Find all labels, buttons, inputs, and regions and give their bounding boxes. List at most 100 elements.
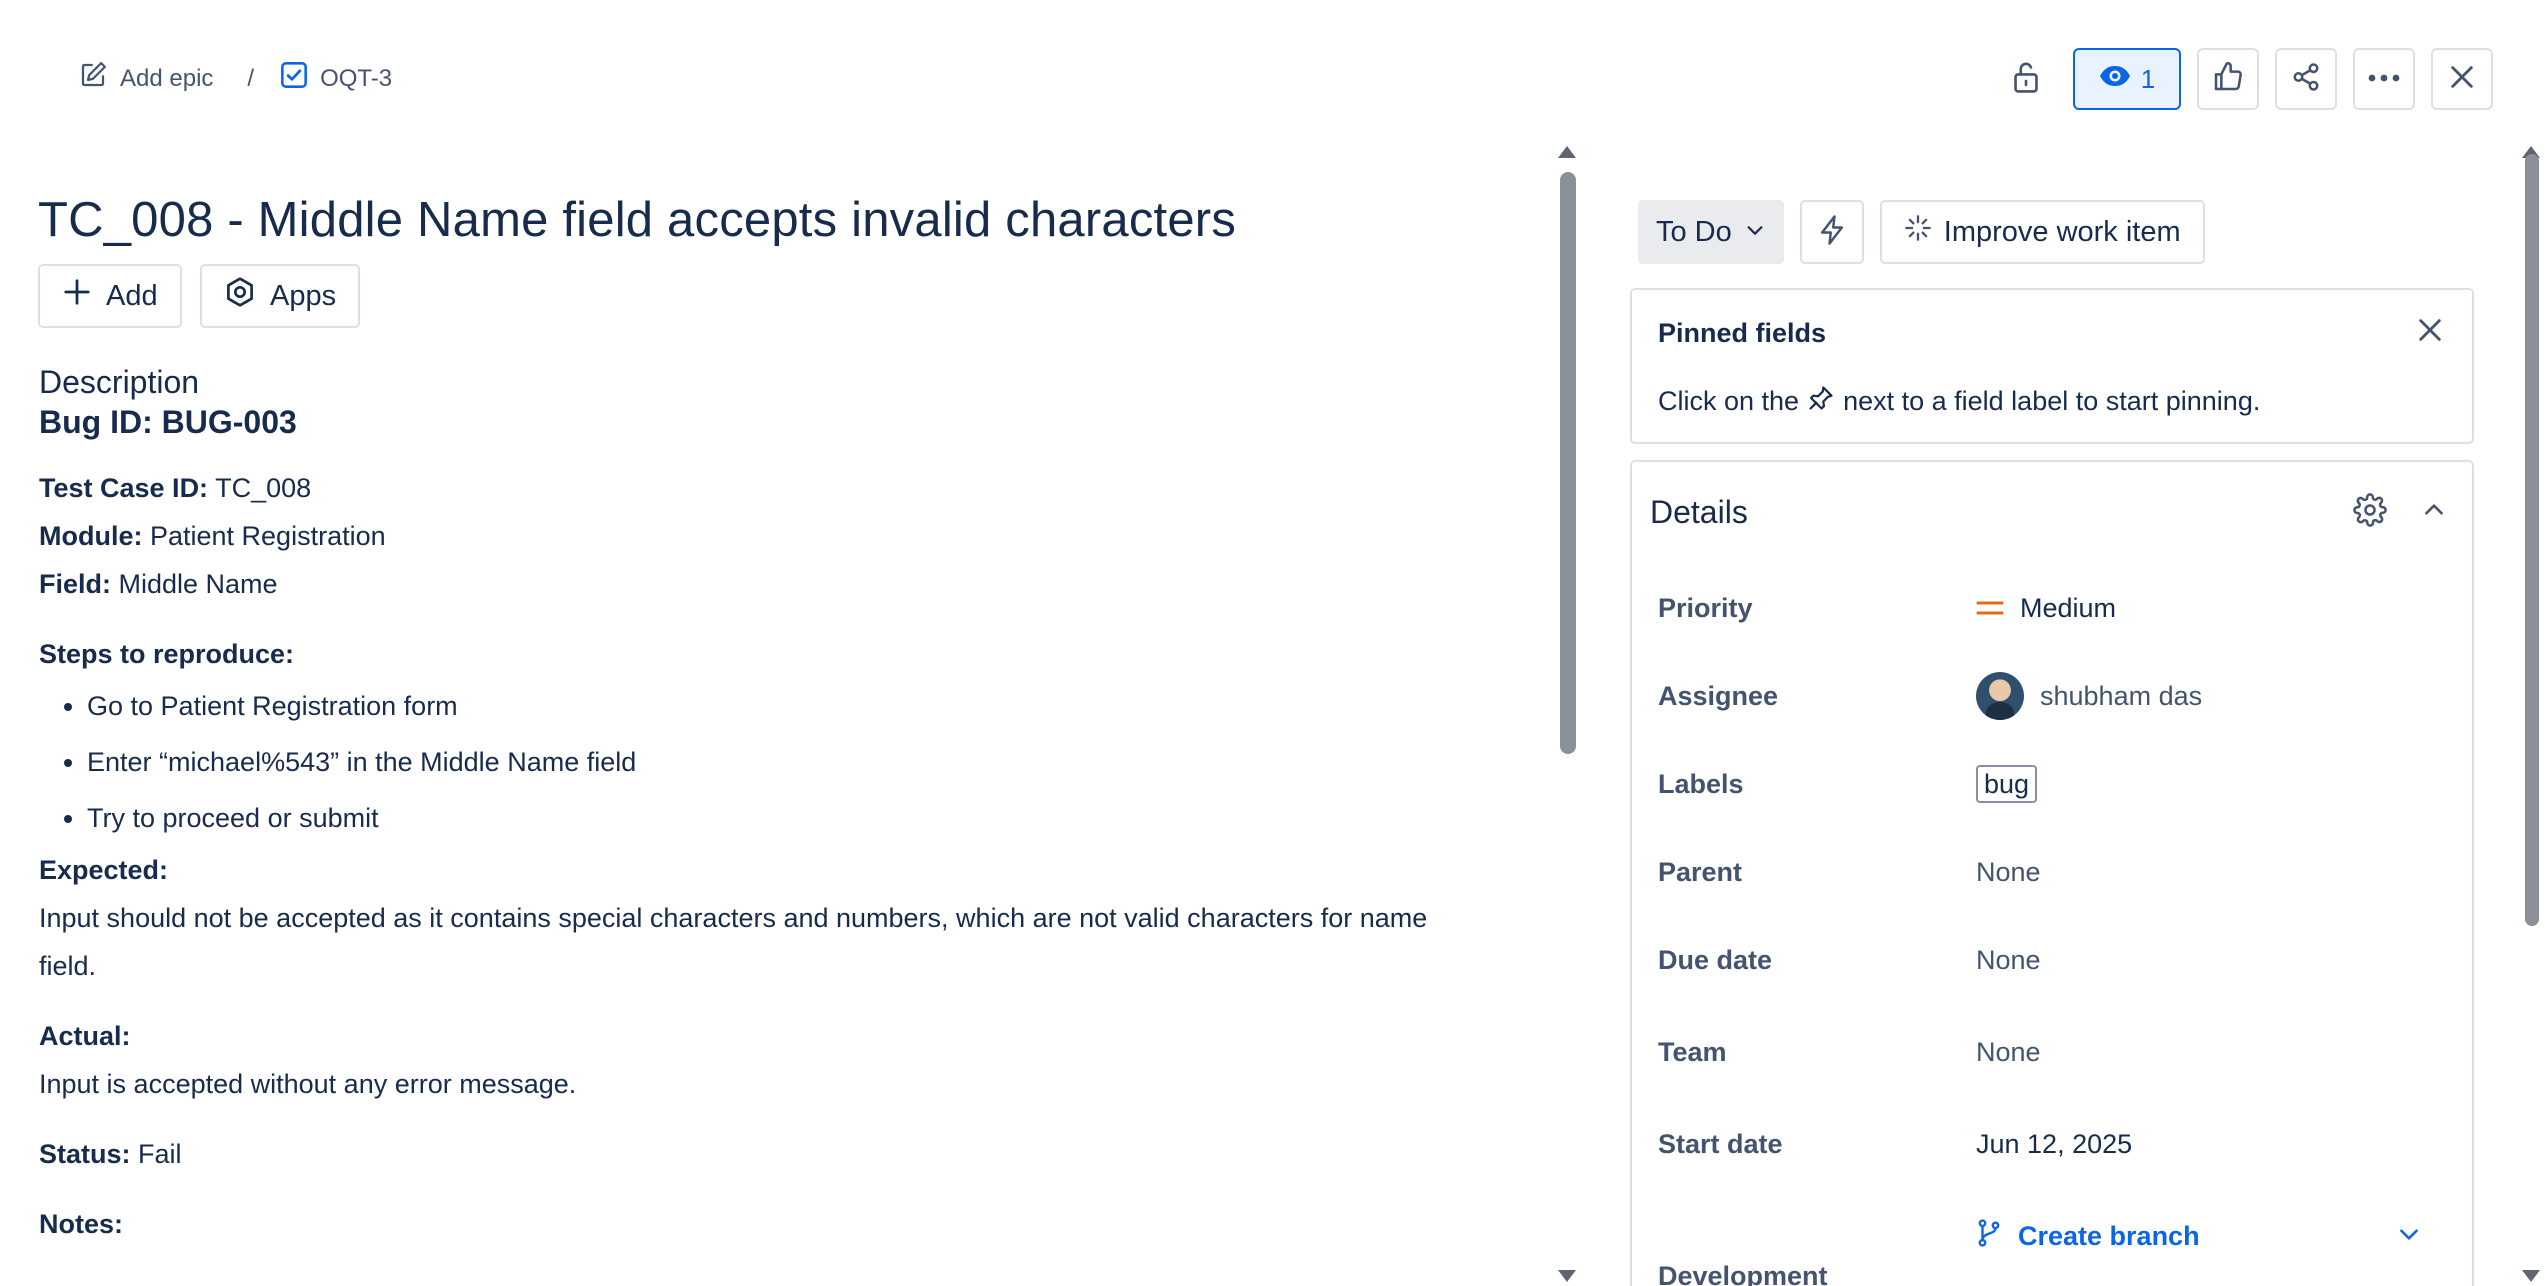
field-team: Team None — [1658, 1022, 2448, 1082]
due-date-value[interactable]: None — [1976, 945, 2041, 976]
plus-icon — [62, 277, 92, 315]
test-case-value: TC_008 — [208, 473, 312, 503]
sidebar-scrollbar[interactable] — [2522, 142, 2542, 1286]
close-button[interactable] — [2431, 48, 2493, 110]
breadcrumb: Add epic / OQT-3 — [78, 60, 392, 97]
field-line: Field: Middle Name — [39, 560, 1479, 608]
improve-label: Improve work item — [1943, 215, 2181, 248]
priority-medium-icon — [1976, 593, 2004, 624]
watch-count: 1 — [2140, 63, 2156, 94]
steps-label: Steps to reproduce: — [39, 639, 295, 669]
scroll-down-arrow[interactable] — [1558, 1270, 1576, 1282]
team-value[interactable]: None — [1976, 1037, 2041, 1068]
add-epic-label: Add epic — [120, 64, 214, 92]
details-title[interactable]: Details — [1650, 494, 1748, 531]
more-actions-button[interactable] — [2353, 48, 2415, 110]
start-date-value[interactable]: Jun 12, 2025 — [1976, 1129, 2132, 1160]
field-start-date: Start date Jun 12, 2025 — [1658, 1114, 2448, 1174]
parent-value[interactable]: None — [1976, 857, 2041, 888]
module-line: Module: Patient Registration — [39, 512, 1479, 560]
field-priority: Priority Medium — [1658, 578, 2448, 638]
scroll-down-arrow[interactable] — [2522, 1270, 2540, 1282]
pinned-close-button[interactable] — [2410, 312, 2450, 352]
edit-icon — [78, 60, 108, 97]
labels-value[interactable]: bug — [1976, 765, 2038, 803]
field-value: Middle Name — [111, 569, 278, 599]
priority-value[interactable]: Medium — [1976, 593, 2116, 624]
watch-button[interactable]: 1 — [2073, 48, 2181, 110]
vote-button[interactable] — [2197, 48, 2259, 110]
details-collapse-button[interactable] — [2414, 492, 2454, 532]
more-icon — [2367, 70, 2401, 88]
notes-label: Notes: — [39, 1209, 124, 1239]
eye-icon — [2099, 64, 2131, 95]
description[interactable]: Description Bug ID: BUG-003 Test Case ID… — [39, 362, 1479, 1248]
list-item: Enter “michael%543” in the Middle Name f… — [87, 734, 1479, 790]
pinned-fields-panel: Pinned fields Click on the next to a fie… — [1630, 288, 2474, 444]
assignee-value[interactable]: shubham das — [1976, 672, 2202, 720]
field-assignee: Assignee shubham das — [1658, 666, 2448, 726]
field-label-parent: Parent — [1658, 856, 1743, 887]
close-icon — [2416, 316, 2444, 349]
field-label-team: Team — [1658, 1036, 1727, 1067]
field-label-labels: Labels — [1658, 768, 1744, 799]
task-checkbox-icon — [280, 61, 308, 96]
scroll-thumb[interactable] — [2525, 154, 2539, 926]
field-development: Development — [1658, 1246, 2448, 1286]
field-label-development: Development — [1658, 1260, 1828, 1286]
label-chip[interactable]: bug — [1976, 765, 2038, 803]
work-item-view: Add epic / OQT-3 1 TC_008 - Middle Name … — [0, 0, 2545, 1286]
chevron-up-icon — [2421, 497, 2447, 528]
restrictions-button[interactable] — [1995, 48, 2057, 110]
close-icon — [2448, 63, 2476, 96]
add-button[interactable]: Add — [38, 264, 182, 328]
sparkle-icon — [1904, 214, 1932, 250]
share-button[interactable] — [2275, 48, 2337, 110]
avatar — [1976, 672, 2024, 720]
assignee-name: shubham das — [2040, 680, 2203, 711]
improve-work-item-button[interactable]: Improve work item — [1879, 200, 2205, 264]
scroll-thumb[interactable] — [1560, 172, 1576, 754]
bug-id: Bug ID: BUG-003 — [39, 404, 297, 440]
apps-button-label: Apps — [270, 279, 337, 312]
automation-button[interactable] — [1799, 200, 1864, 264]
field-label: Field: — [39, 569, 111, 599]
gear-icon — [2353, 492, 2387, 532]
details-panel: Details Priority Medium Assignee shubham… — [1630, 460, 2474, 1286]
main-content: TC_008 - Middle Name field accepts inval… — [0, 140, 1540, 1286]
module-value: Patient Registration — [142, 521, 386, 551]
details-settings-button[interactable] — [2350, 492, 2390, 532]
field-due-date: Due date None — [1658, 930, 2448, 990]
thumbs-up-icon — [2212, 61, 2244, 98]
pinned-hint-before: Click on the — [1658, 386, 1800, 416]
apps-hexagon-icon — [224, 276, 256, 316]
status-dropdown[interactable]: To Do — [1638, 200, 1784, 264]
add-epic-link[interactable]: Add epic — [78, 60, 213, 97]
list-item: Try to proceed or submit — [87, 790, 1479, 846]
test-case-line: Test Case ID: TC_008 — [39, 464, 1479, 512]
scroll-up-arrow[interactable] — [1558, 146, 1576, 158]
lightning-icon — [1817, 214, 1847, 251]
expected-value: Input should not be accepted as it conta… — [39, 903, 1428, 981]
status-label: Status: — [39, 1139, 131, 1169]
status-value: Fail — [130, 1139, 182, 1169]
issue-title[interactable]: TC_008 - Middle Name field accepts inval… — [38, 192, 1236, 248]
breadcrumb-separator: / — [247, 64, 255, 92]
test-case-label: Test Case ID: — [39, 473, 209, 503]
pin-icon — [1807, 384, 1835, 419]
field-label-assignee: Assignee — [1658, 680, 1779, 711]
pinned-hint-after: next to a field label to start pinning. — [1843, 386, 2261, 416]
add-button-label: Add — [106, 279, 158, 312]
unlock-icon — [2010, 60, 2042, 99]
expected-label: Expected: — [39, 855, 169, 885]
apps-button[interactable]: Apps — [200, 264, 361, 328]
main-scrollbar[interactable] — [1558, 142, 1578, 1286]
steps-list: Go to Patient Registration form Enter “m… — [39, 678, 1479, 846]
field-label-priority: Priority — [1658, 592, 1753, 623]
top-actions: 1 — [1995, 48, 2493, 110]
field-parent: Parent None — [1658, 842, 2448, 902]
issue-key-link[interactable]: OQT-3 — [280, 61, 392, 96]
actual-label: Actual: — [39, 1021, 131, 1051]
status-line: Status: Fail — [39, 1130, 1479, 1178]
field-label-due-date: Due date — [1658, 944, 1773, 975]
